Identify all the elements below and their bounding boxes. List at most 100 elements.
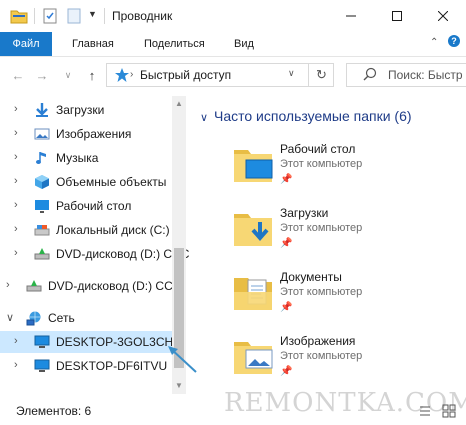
sidebar-item-label: Объемные объекты (56, 175, 167, 189)
dvd-icon (26, 280, 42, 292)
music-icon (36, 152, 46, 164)
sidebar-item-desktop-df6itvu[interactable]: › DESKTOP-DF6ITVU (0, 355, 172, 377)
dvd-icon (34, 248, 50, 260)
tab-file[interactable]: Файл (0, 32, 52, 56)
sidebar-item-downloads[interactable]: › Загрузки (0, 99, 172, 121)
chevron-down-icon[interactable]: ∨ (6, 311, 14, 324)
sidebar-item-dvd-drive-root[interactable]: › DVD-дисковод (D:) CCC (0, 275, 181, 297)
sidebar-item-label: Рабочий стол (56, 199, 132, 213)
folder-name: Рабочий стол (280, 142, 356, 156)
chevron-right-icon[interactable]: › (14, 151, 18, 163)
drive-icon (34, 225, 50, 236)
sidebar-item-network[interactable]: ∨ Сеть (0, 307, 172, 329)
folder-tile-documents[interactable]: Документы Этот компьютер 📌 (226, 266, 466, 326)
folder-location: Этот компьютер (280, 158, 363, 170)
arrow-up-icon: ↑ (88, 67, 96, 83)
folder-location: Этот компьютер (280, 350, 363, 362)
folder-tile-pictures[interactable]: Изображения Этот компьютер 📌 (226, 330, 466, 390)
search-icon (362, 66, 378, 85)
3d-objects-icon (35, 175, 49, 189)
pictures-folder-icon (234, 342, 273, 374)
minimize-button[interactable] (328, 0, 374, 32)
chevron-right-icon[interactable]: › (14, 127, 18, 139)
up-button[interactable]: ↑ (84, 66, 100, 84)
folder-name: Изображения (280, 334, 356, 348)
maximize-icon (392, 11, 402, 21)
quick-access-star-icon (114, 67, 130, 86)
scroll-down-icon[interactable]: ▼ (172, 380, 186, 392)
chevron-right-icon[interactable]: › (14, 199, 18, 211)
address-dropdown-icon[interactable]: ∨ (288, 68, 295, 79)
folder-location: Этот компьютер (280, 286, 363, 298)
group-collapse-icon[interactable]: ∨ (200, 111, 208, 124)
pin-icon: 📌 (280, 238, 293, 249)
address-path[interactable]: Быстрый доступ (140, 68, 231, 82)
sidebar-item-label: Изображения (56, 127, 132, 141)
chevron-right-icon[interactable]: › (14, 103, 18, 115)
sidebar-item-label: DESKTOP-3GOL3CH (56, 335, 174, 349)
chevron-right-icon[interactable]: › (14, 335, 18, 347)
chevron-right-icon[interactable]: › (14, 247, 18, 259)
chevron-right-icon[interactable]: › (14, 175, 18, 187)
chevron-up-icon[interactable]: ⌃ (430, 37, 438, 48)
chevron-right-icon[interactable]: › (14, 223, 18, 235)
chevron-right-icon[interactable]: › (6, 279, 10, 291)
folder-name: Загрузки (280, 206, 329, 220)
maximize-button[interactable] (374, 0, 420, 32)
folder-tile-desktop[interactable]: Рабочий стол Этот компьютер 📌 (226, 138, 466, 198)
documents-folder-icon (234, 278, 272, 310)
sidebar-item-local-disk[interactable]: › Локальный диск (C:) (0, 219, 172, 241)
window-title: Проводник (112, 9, 173, 23)
sidebar-item-label: Локальный диск (C:) (56, 223, 170, 237)
minimize-icon (346, 15, 356, 17)
folder-icon[interactable] (10, 8, 28, 24)
pin-icon: 📌 (280, 366, 293, 377)
folder-tile-downloads[interactable]: Загрузки Этот компьютер 📌 (226, 202, 466, 262)
sidebar-item-label: DESKTOP-DF6ITVU (56, 359, 168, 373)
sidebar-item-label: Сеть (48, 311, 75, 325)
folder-location: Этот компьютер (280, 222, 363, 234)
close-icon (438, 11, 448, 21)
arrow-right-icon: → (35, 67, 49, 83)
scroll-up-icon[interactable]: ▲ (172, 98, 186, 110)
tab-share[interactable]: Поделиться (144, 32, 205, 56)
arrow-left-icon: ← (11, 67, 25, 83)
customize-quick-access-icon[interactable]: ▼ (88, 9, 97, 19)
desktop-folder-icon (234, 150, 273, 182)
new-folder-icon[interactable] (66, 8, 82, 24)
group-title[interactable]: Часто используемые папки (6) (214, 108, 412, 124)
properties-icon[interactable] (42, 8, 58, 24)
sidebar-item-music[interactable]: › Музыка (0, 147, 172, 169)
sidebar-item-3d-objects[interactable]: › Объемные объекты (0, 171, 172, 193)
sidebar-item-pictures[interactable]: › Изображения (0, 123, 172, 145)
back-button[interactable]: ← (10, 66, 26, 84)
sidebar-item-label: DVD-дисковод (D:) CCC (56, 247, 190, 261)
help-icon[interactable]: ? (448, 35, 460, 47)
pin-icon: 📌 (280, 174, 293, 185)
tab-view[interactable]: Вид (234, 32, 254, 56)
breadcrumb-separator-icon: › (130, 69, 134, 80)
refresh-button[interactable]: ↻ (308, 63, 334, 87)
large-icons-view-icon[interactable] (442, 404, 456, 418)
pin-icon: 📌 (280, 302, 293, 313)
tab-home[interactable]: Главная (72, 32, 114, 56)
forward-button[interactable]: → (34, 66, 50, 84)
sidebar-item-dvd-drive[interactable]: › DVD-дисковод (D:) CCC (0, 243, 189, 265)
sidebar-item-label: Музыка (56, 151, 99, 165)
recent-locations-button[interactable]: ∨ (60, 66, 76, 84)
folder-name: Документы (280, 270, 342, 284)
divider (34, 8, 35, 24)
chevron-right-icon[interactable]: › (14, 359, 18, 371)
sidebar-item-desktop[interactable]: › Рабочий стол (0, 195, 172, 217)
refresh-icon: ↻ (316, 67, 327, 82)
close-button[interactable] (420, 0, 466, 32)
network-icon (26, 311, 41, 326)
search-placeholder: Поиск: Быстр (388, 68, 463, 82)
pictures-icon (34, 128, 50, 140)
chevron-down-icon: ∨ (64, 69, 72, 80)
details-view-icon[interactable] (418, 404, 432, 418)
annotation-arrow-icon (168, 346, 197, 373)
sidebar-item-desktop-3gol3ch[interactable]: › DESKTOP-3GOL3CH (0, 331, 174, 353)
divider (104, 8, 105, 24)
download-icon (36, 103, 48, 117)
